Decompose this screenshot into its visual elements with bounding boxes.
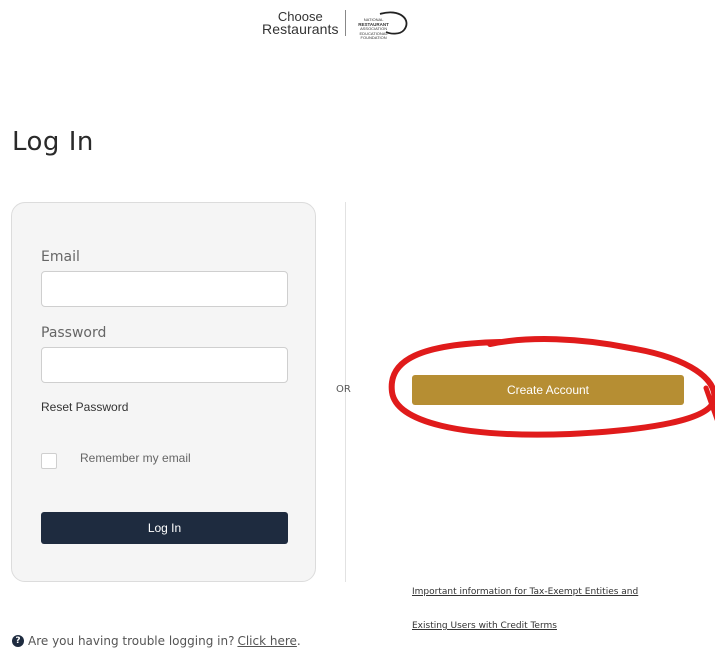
- partner-logo: NATIONAL RESTAURANT ASSOCIATION EDUCATIO…: [352, 10, 412, 40]
- help-click-here-link[interactable]: Click here: [237, 634, 296, 648]
- password-field[interactable]: [41, 347, 288, 383]
- email-field[interactable]: [41, 271, 288, 307]
- brand-logo[interactable]: Choose Restaurants NATIONAL RESTAURANT A…: [262, 8, 412, 40]
- login-button[interactable]: Log In: [41, 512, 288, 544]
- credit-terms-info-link[interactable]: Existing Users with Credit Terms: [412, 621, 557, 631]
- or-separator: OR: [336, 384, 351, 395]
- remember-email-checkbox[interactable]: [41, 453, 57, 469]
- help-text: Are you having trouble logging in?: [28, 634, 235, 648]
- login-card: Email Password Reset Password Remember m…: [11, 202, 316, 582]
- create-account-button[interactable]: Create Account: [412, 375, 684, 405]
- remember-email-label: Remember my email: [80, 451, 191, 465]
- password-label: Password: [41, 325, 107, 341]
- help-suffix: .: [296, 634, 301, 648]
- email-label: Email: [41, 249, 80, 265]
- page-title: Log In: [12, 127, 94, 157]
- partner-line-4: EDUCATIONAL FOUNDATION: [359, 30, 388, 40]
- choose-restaurants-logo: Choose Restaurants: [262, 10, 339, 37]
- question-circle-icon: ?: [12, 635, 24, 647]
- tax-exempt-info-link[interactable]: Important information for Tax-Exempt Ent…: [412, 587, 638, 597]
- logo-divider: [344, 10, 346, 36]
- reset-password-link[interactable]: Reset Password: [41, 400, 128, 414]
- partner-text: NATIONAL RESTAURANT ASSOCIATION EDUCATIO…: [354, 17, 394, 41]
- login-help: ? Are you having trouble logging in? Cli…: [12, 634, 301, 648]
- logo-line-2: Restaurants: [262, 21, 339, 37]
